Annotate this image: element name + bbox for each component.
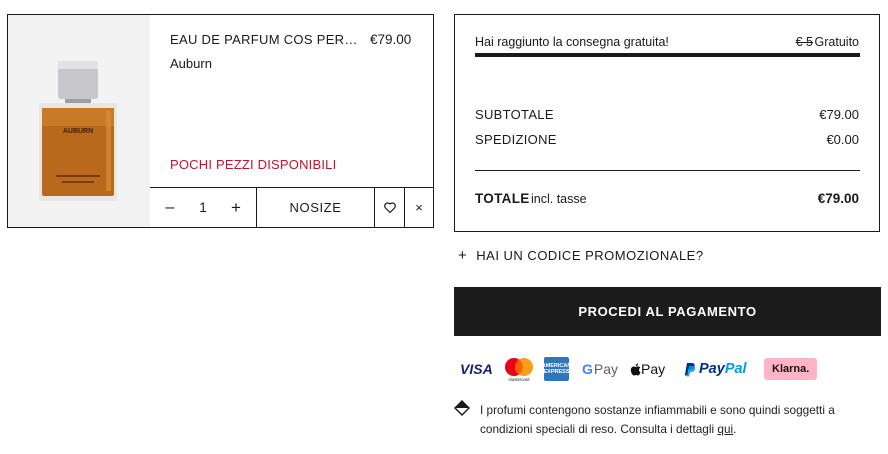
size-selector[interactable]: NOSIZE xyxy=(256,188,374,227)
mastercard-wordmark: mastercard xyxy=(509,377,531,382)
free-shipping-message: Hai raggiunto la consegna gratuita! xyxy=(475,35,669,49)
item-actions-row: – 1 + NOSIZE × xyxy=(150,187,433,227)
note-text: I profumi contengono sostanze infiammabi… xyxy=(480,403,835,436)
google-pay-text: Pay xyxy=(593,361,619,377)
apple-pay-logo: Pay xyxy=(630,355,665,383)
apple-logo xyxy=(630,362,641,376)
subtotal-value: €79.00 xyxy=(819,107,859,122)
subtotal-label: SUBTOTALE xyxy=(475,107,554,122)
shipping-free-label: Gratuito xyxy=(814,35,859,49)
checkout-button[interactable]: PROCEDI AL PAGAMENTO xyxy=(454,287,881,336)
google-pay-logo: G Pay xyxy=(582,355,618,383)
free-shipping-progress-bar xyxy=(475,53,860,57)
decrease-quantity-button[interactable]: – xyxy=(155,188,185,227)
klarna-logo: Klarna. xyxy=(764,358,818,380)
shipping-label: SPEDIZIONE xyxy=(475,132,557,147)
shipping-original-price: € 5 xyxy=(795,35,813,49)
product-variant: Auburn xyxy=(170,56,212,71)
visa-logo: VISA xyxy=(460,361,493,377)
paypal-text-2: Pal xyxy=(724,361,747,377)
product-image[interactable]: AUBURN xyxy=(8,15,150,227)
favorite-button[interactable] xyxy=(374,188,404,227)
details-link[interactable]: qui xyxy=(717,422,733,436)
plus-icon: + xyxy=(458,247,468,264)
total-tax-note: incl. tasse xyxy=(531,192,587,206)
quantity-value: 1 xyxy=(199,200,207,215)
google-g-icon: G xyxy=(582,361,593,377)
bottle-label: AUBURN xyxy=(63,128,93,135)
diamond-warning-icon xyxy=(454,400,470,416)
summary-divider xyxy=(475,170,860,171)
order-summary: Hai raggiunto la consegna gratuita! € 5 … xyxy=(454,14,880,232)
heart-icon xyxy=(383,202,396,213)
close-icon: × xyxy=(415,200,423,215)
total-value: €79.00 xyxy=(817,191,859,206)
note-end: . xyxy=(733,422,737,436)
apple-pay-text: Pay xyxy=(641,361,666,377)
cart-item-card: AUBURN EAU DE PARFUM COS PERF... €79.00 … xyxy=(7,14,434,228)
low-stock-warning: POCHI PEZZI DISPONIBILI xyxy=(170,157,337,172)
product-price: €79.00 xyxy=(370,32,412,47)
shipping-value: €0.00 xyxy=(826,132,859,147)
flammable-returns-note: I profumi contengono sostanze infiammabi… xyxy=(480,401,875,439)
amex-logo: AMERICAN EXPRESS xyxy=(542,357,571,381)
total-label: TOTALE xyxy=(475,191,530,206)
paypal-logo: Pay Pal xyxy=(684,355,747,383)
paypal-p-icon xyxy=(684,362,696,376)
promo-code-toggle[interactable]: + HAI UN CODICE PROMOZIONALE? xyxy=(458,247,704,264)
paypal-text-1: Pay xyxy=(699,361,725,377)
promo-code-label: HAI UN CODICE PROMOZIONALE? xyxy=(476,248,704,263)
product-name[interactable]: EAU DE PARFUM COS PERF... xyxy=(170,32,360,47)
amex-line-2: EXPRESS xyxy=(543,369,570,375)
remove-item-button[interactable]: × xyxy=(404,188,433,227)
increase-quantity-button[interactable]: + xyxy=(221,188,251,227)
mastercard-logo: mastercard xyxy=(504,355,534,383)
